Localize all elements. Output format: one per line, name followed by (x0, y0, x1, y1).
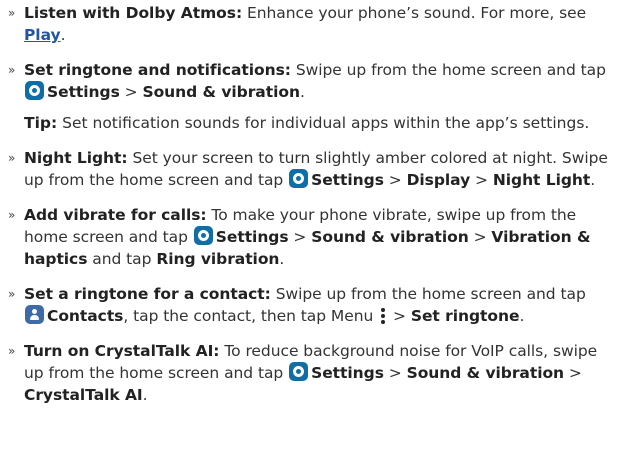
item-title: Set a ringtone for a contact: (24, 285, 271, 303)
item-title: Set ringtone and notifications: (24, 61, 291, 79)
list-item-vibrate-calls: » Add vibrate for calls: To make your ph… (6, 204, 612, 270)
item-text: , tap the contact, then tap Menu (123, 307, 379, 325)
tip-label: Tip: (24, 114, 58, 132)
bullet: » (8, 6, 16, 20)
path-sound-vibration: Sound & vibration (142, 83, 300, 101)
settings-label: Settings (311, 364, 384, 382)
play-link[interactable]: Play (24, 26, 61, 44)
instructions-document: » Listen with Dolby Atmos: Enhance your … (0, 0, 618, 406)
list-item-night-light: » Night Light: Set your screen to turn s… (6, 147, 612, 191)
path-night-light: Night Light (492, 171, 591, 189)
separator: > (288, 228, 312, 246)
path-sound-vibration: Sound & vibration (406, 364, 565, 382)
settings-label: Settings (311, 171, 384, 189)
settings-gear-icon (193, 226, 213, 245)
tip-note: Tip: Set notification sounds for individ… (6, 112, 612, 134)
separator: > (564, 364, 582, 382)
list-item-ringtone-notifications: » Set ringtone and notifications: Swipe … (6, 59, 612, 103)
settings-gear-icon (289, 362, 309, 381)
separator: > (388, 307, 411, 325)
bullet: » (8, 287, 16, 301)
contacts-label: Contacts (47, 307, 124, 325)
item-text-end: . (60, 26, 66, 44)
item-text: Swipe up from the home screen and tap (270, 285, 586, 303)
item-text: and tap (87, 250, 157, 268)
list-item-crystaltalk-ai: » Turn on CrystalTalk AI: To reduce back… (6, 340, 612, 406)
path-crystaltalk-ai: CrystalTalk AI (24, 386, 143, 404)
item-text-end: . (299, 83, 305, 101)
settings-gear-icon (25, 81, 44, 100)
separator: > (383, 171, 407, 189)
bullet: » (8, 344, 16, 358)
menu-dots-icon (380, 307, 386, 325)
bullet: » (8, 63, 16, 77)
bullet: » (8, 208, 16, 222)
item-text-end: . (142, 386, 148, 404)
item-title: Night Light: (24, 149, 128, 167)
item-title: Turn on CrystalTalk AI: (24, 342, 220, 360)
item-text-end: . (590, 171, 596, 189)
item-title: Listen with Dolby Atmos: (24, 4, 243, 22)
item-text-end: . (279, 250, 285, 268)
bullet: » (8, 151, 16, 165)
item-text: Enhance your phone’s sound. For more, se… (242, 4, 587, 22)
path-display: Display (406, 171, 471, 189)
settings-gear-icon (289, 169, 309, 188)
list-item-contact-ringtone: » Set a ringtone for a contact: Swipe up… (6, 283, 612, 327)
list-item-dolby-atmos: » Listen with Dolby Atmos: Enhance your … (6, 2, 612, 46)
separator: > (468, 228, 492, 246)
item-text: Swipe up from the home screen and tap (290, 61, 606, 79)
item-title: Add vibrate for calls: (24, 206, 207, 224)
item-text-end: . (519, 307, 525, 325)
settings-label: Settings (215, 228, 289, 246)
tip-text: Set notification sounds for individual a… (57, 114, 590, 132)
separator: > (470, 171, 493, 189)
separator: > (383, 364, 407, 382)
settings-label: Settings (47, 83, 120, 101)
path-set-ringtone: Set ringtone (410, 307, 520, 325)
path-ring-vibration: Ring vibration (156, 250, 280, 268)
path-sound-vibration: Sound & vibration (311, 228, 469, 246)
separator: > (119, 83, 143, 101)
contacts-person-icon (25, 305, 44, 324)
